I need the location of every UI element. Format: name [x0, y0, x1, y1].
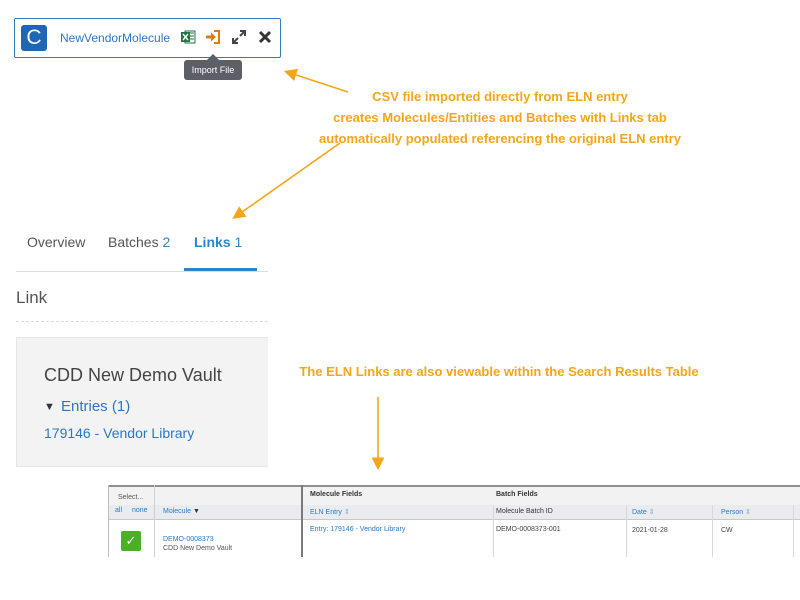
column-divider [793, 505, 794, 557]
eln-entry-cell-link[interactable]: Entry: 179146 - Vendor Library [310, 526, 405, 533]
entries-toggle[interactable]: Entries (1) [61, 398, 130, 415]
tab-links-count: 1 [234, 234, 243, 250]
tab-overview[interactable]: Overview [27, 234, 85, 250]
tab-overview-label: Overview [27, 234, 86, 250]
arrow-to-tooltip [283, 68, 349, 93]
group-header-row [108, 485, 800, 505]
tab-links[interactable]: Links 1 [194, 234, 242, 250]
column-divider [493, 505, 494, 557]
molecule-vault-name: CDD New Demo Vault [163, 545, 233, 552]
person-cell: CW [721, 527, 733, 534]
column-divider [154, 485, 155, 557]
select-none-link[interactable]: none [132, 507, 148, 514]
date-cell: 2021-01-28 [632, 527, 668, 534]
active-tab-indicator [184, 268, 257, 271]
date-column-label: Date [632, 509, 647, 516]
table-top-border [108, 485, 800, 487]
column-divider [301, 485, 303, 557]
divider [16, 321, 268, 322]
tab-batches-label: Batches [108, 234, 159, 250]
person-column-label: Person [721, 509, 744, 516]
tab-batches-count: 2 [162, 234, 171, 250]
column-divider [712, 505, 713, 557]
sort-icon: ⇕ [648, 509, 655, 516]
table-left-border [108, 485, 109, 557]
date-column-header[interactable]: Date ⇕ [632, 508, 655, 516]
eln-entry-column-header[interactable]: ELN Entry ⇕ [310, 508, 350, 516]
molecule-column-header[interactable]: Molecule ▼ [163, 508, 200, 515]
select-label: Select... [118, 494, 144, 501]
column-divider [626, 505, 627, 557]
sort-desc-icon: ▼ [192, 508, 200, 515]
record-tabs: Overview Batches 2 Links 1 [16, 222, 268, 272]
sort-icon: ⇕ [745, 509, 752, 516]
batch-id-cell: DEMO-0008373-001 [496, 526, 561, 533]
column-header-row [108, 505, 800, 520]
molecule-fields-group: Molecule Fields [310, 491, 363, 498]
sort-icon: ⇕ [343, 509, 350, 516]
batch-id-column-header[interactable]: Molecule Batch ID [496, 508, 553, 515]
select-all-link[interactable]: all [115, 507, 122, 514]
vault-name: CDD New Demo Vault [44, 365, 222, 385]
batch-fields-group: Batch Fields [496, 491, 538, 498]
molecule-column-label: Molecule [163, 508, 192, 515]
search-results-callout: The ELN Links are also viewable within t… [299, 364, 699, 379]
arrow-to-links-tab [232, 142, 341, 219]
link-heading: Link [16, 288, 48, 307]
collapse-triangle-icon[interactable]: ▼ [44, 401, 55, 413]
molecule-id-link[interactable]: DEMO-0008373 [163, 536, 214, 543]
tab-batches[interactable]: Batches 2 [108, 234, 170, 250]
search-results-table: Select... all none Molecule Fields Batch… [108, 485, 800, 557]
tab-links-label: Links [194, 234, 231, 250]
eln-entry-column-label: ELN Entry [310, 509, 342, 516]
row-select-checkbox[interactable]: ✓ [121, 531, 141, 551]
eln-entry-link[interactable]: 179146 - Vendor Library [44, 425, 194, 441]
vault-panel: CDD New Demo Vault ▼ Entries (1) 179146 … [16, 337, 268, 467]
person-column-header[interactable]: Person ⇕ [721, 508, 751, 516]
